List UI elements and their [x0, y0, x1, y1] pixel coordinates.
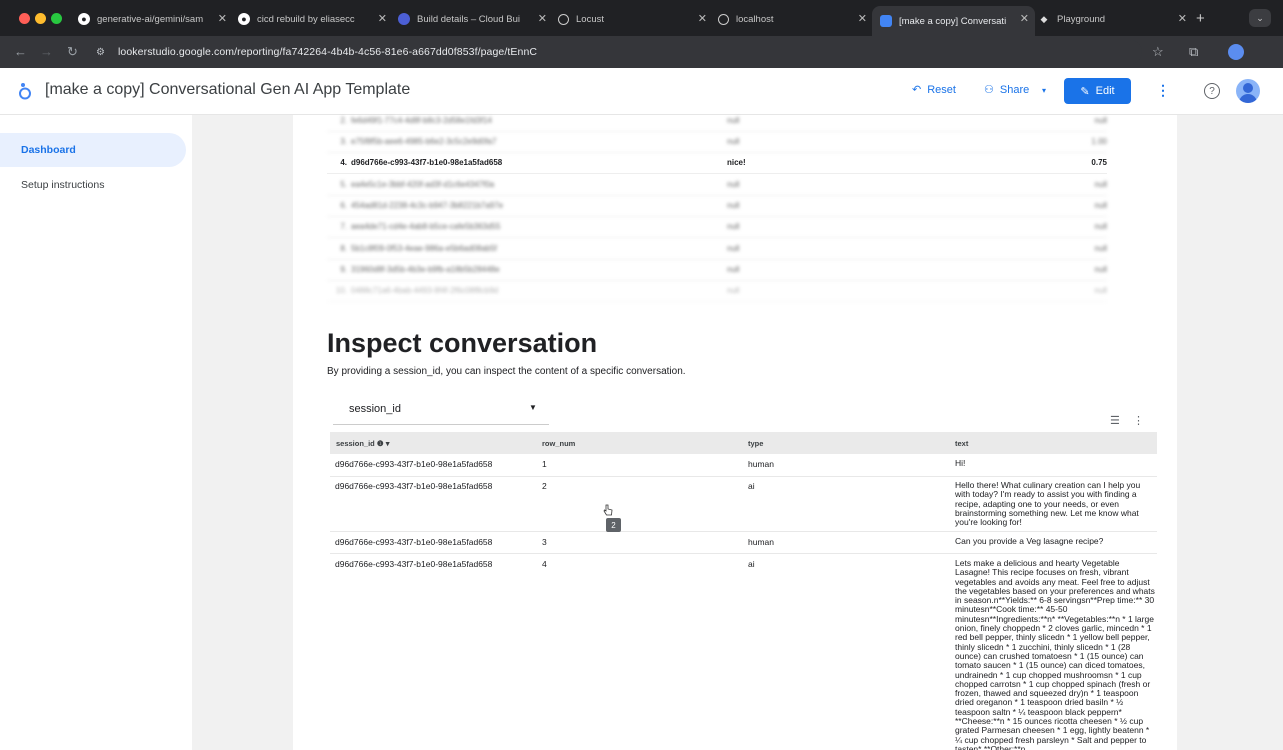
sidebar-item-setup-instructions[interactable]: Setup instructions	[0, 168, 186, 202]
table-row[interactable]: 2. fe6d49f1-77c4-4d8f-b8c3-2d58e1fd3f14 …	[327, 110, 1107, 132]
close-tab-icon[interactable]: ✕	[1020, 12, 1029, 25]
section-description: By providing a session_id, you can inspe…	[327, 366, 686, 377]
reset-button[interactable]: ↶ Reset	[912, 83, 956, 97]
dropdown-arrow-icon: ▼	[529, 403, 537, 412]
back-arrow-icon[interactable]: ←	[14, 44, 27, 59]
tooltip: 2	[606, 518, 621, 532]
user-avatar[interactable]	[1236, 79, 1260, 103]
sidebar-item-dashboard[interactable]: Dashboard	[0, 133, 186, 167]
report-title[interactable]: [make a copy] Conversational Gen AI App …	[45, 81, 410, 99]
conversation-table-header: session_id ❶ ▾ row_num type text	[330, 432, 1157, 454]
hand-cursor-icon	[603, 504, 613, 516]
table-row[interactable]: 9. 31960d8f-3d5b-4b3e-b9fb-a18b5b28448e …	[327, 259, 1107, 281]
close-window-button[interactable]	[19, 13, 30, 24]
new-tab-button[interactable]: +	[1196, 10, 1205, 27]
url-text: lookerstudio.google.com/reporting/fa7422…	[118, 46, 538, 58]
table-row[interactable]: 10. 0488c71a6-4bab-4493-9f4f-2f6c08f8cb9…	[327, 280, 1107, 302]
globe-icon	[718, 13, 729, 25]
column-header-text[interactable]: text	[955, 439, 968, 448]
close-tab-icon[interactable]: ✕	[218, 12, 227, 25]
close-tab-icon[interactable]: ✕	[538, 12, 547, 25]
github-icon: ●	[78, 13, 90, 25]
browser-profile-avatar[interactable]	[1228, 44, 1244, 60]
browser-tab[interactable]: ◆ Playground ✕	[1032, 6, 1193, 32]
looker-icon	[880, 15, 892, 27]
info-icon: ❶	[376, 439, 384, 448]
share-dropdown-arrow-icon[interactable]: ▾	[1042, 86, 1046, 95]
sort-icon[interactable]: ▾	[386, 439, 390, 448]
browser-tab[interactable]: ● cicd rebuild by eliasecc ✕	[232, 6, 393, 32]
section-heading: Inspect conversation	[327, 328, 598, 358]
column-header-row-num[interactable]: row_num	[542, 439, 575, 448]
report-header: [make a copy] Conversational Gen AI App …	[0, 68, 1283, 115]
close-tab-icon[interactable]: ✕	[378, 12, 387, 25]
site-info-icon[interactable]: ⚙	[96, 47, 112, 58]
table-row[interactable]: 7. aea4de71-cd4e-4ab8-b5ce-cafe5b363d55 …	[327, 216, 1107, 238]
column-header-session-id[interactable]: session_id ❶ ▾	[336, 439, 389, 448]
column-header-type[interactable]: type	[748, 439, 763, 448]
pencil-icon: ✎	[1080, 85, 1090, 98]
close-tab-icon[interactable]: ✕	[1178, 12, 1187, 25]
table-row[interactable]: d96d766e-c993-43f7-b1e0-98e1a5fad658 1 h…	[330, 455, 1157, 477]
table-row-highlighted[interactable]: 4. d96d766e-c993-43f7-b1e0-98e1a5fad658 …	[327, 152, 1107, 174]
close-tab-icon[interactable]: ✕	[698, 12, 707, 25]
edit-button[interactable]: ✎ Edit	[1064, 78, 1131, 104]
add-person-icon: ⚇	[984, 84, 994, 96]
bookmark-star-icon[interactable]: ☆	[1152, 44, 1164, 60]
minimize-window-button[interactable]	[35, 13, 46, 24]
browser-tab-bar: ● generative-ai/gemini/sam ✕ ● cicd rebu…	[0, 0, 1283, 36]
share-button[interactable]: ⚇ Share	[984, 83, 1029, 97]
globe-icon	[558, 13, 569, 25]
more-vert-icon[interactable]: ⋮	[1133, 415, 1144, 427]
session-id-filter-dropdown[interactable]: session_id ▼	[333, 396, 549, 425]
playground-icon: ◆	[1040, 13, 1048, 24]
forward-arrow-icon[interactable]: →	[40, 44, 53, 59]
browser-tab[interactable]: Build details – Cloud Bui ✕	[392, 6, 553, 32]
table-row[interactable]: 3. e75f8f5b-aee6-4985-b6e2-3c5c2e9d0fa7 …	[327, 131, 1107, 153]
table-row[interactable]: d96d766e-c993-43f7-b1e0-98e1a5fad658 2 a…	[330, 476, 1157, 532]
extensions-icon[interactable]: ⧉	[1189, 44, 1198, 60]
reload-icon[interactable]: ↻	[67, 44, 78, 60]
table-row[interactable]: 8. 5b1c8f09-0f53-4eae-986a-e5b6ad08ab5f …	[327, 238, 1107, 260]
table-row[interactable]: d96d766e-c993-43f7-b1e0-98e1a5fad658 3 h…	[330, 532, 1157, 554]
browser-tab[interactable]: localhost ✕	[712, 6, 873, 32]
close-tab-icon[interactable]: ✕	[858, 12, 867, 25]
table-controls: ☰ ⋮	[1110, 414, 1144, 427]
filter-icon[interactable]: ☰	[1110, 415, 1120, 427]
tab-search-button[interactable]: ⌄	[1249, 9, 1271, 27]
github-icon: ●	[238, 13, 250, 25]
more-options-icon[interactable]: ⋮	[1156, 82, 1170, 99]
maximize-window-button[interactable]	[51, 13, 62, 24]
table-row[interactable]: 5. ea4e5c1e-3bbf-420f-ad3f-d1c6e4347f0a …	[327, 174, 1107, 196]
browser-toolbar: ← → ↻ ⚙ lookerstudio.google.com/reportin…	[0, 36, 1283, 68]
cloud-build-icon	[398, 13, 410, 25]
table-row[interactable]: 6. 454ad81d-2238-4c3c-b947-3b8221b7a97e …	[327, 195, 1107, 217]
page-navigation-sidebar: Dashboard Setup instructions	[0, 115, 192, 750]
undo-icon: ↶	[912, 84, 922, 96]
address-bar[interactable]: ⚙ lookerstudio.google.com/reporting/fa74…	[92, 40, 1142, 64]
browser-tab[interactable]: Locust ✕	[552, 6, 713, 32]
table-row[interactable]: d96d766e-c993-43f7-b1e0-98e1a5fad658 4 a…	[330, 554, 1157, 750]
help-icon[interactable]: ?	[1204, 83, 1220, 99]
looker-studio-logo-icon[interactable]	[18, 82, 32, 100]
browser-tab[interactable]: ● generative-ai/gemini/sam ✕	[72, 6, 233, 32]
browser-tab-active[interactable]: [make a copy] Conversati ✕	[872, 6, 1035, 36]
